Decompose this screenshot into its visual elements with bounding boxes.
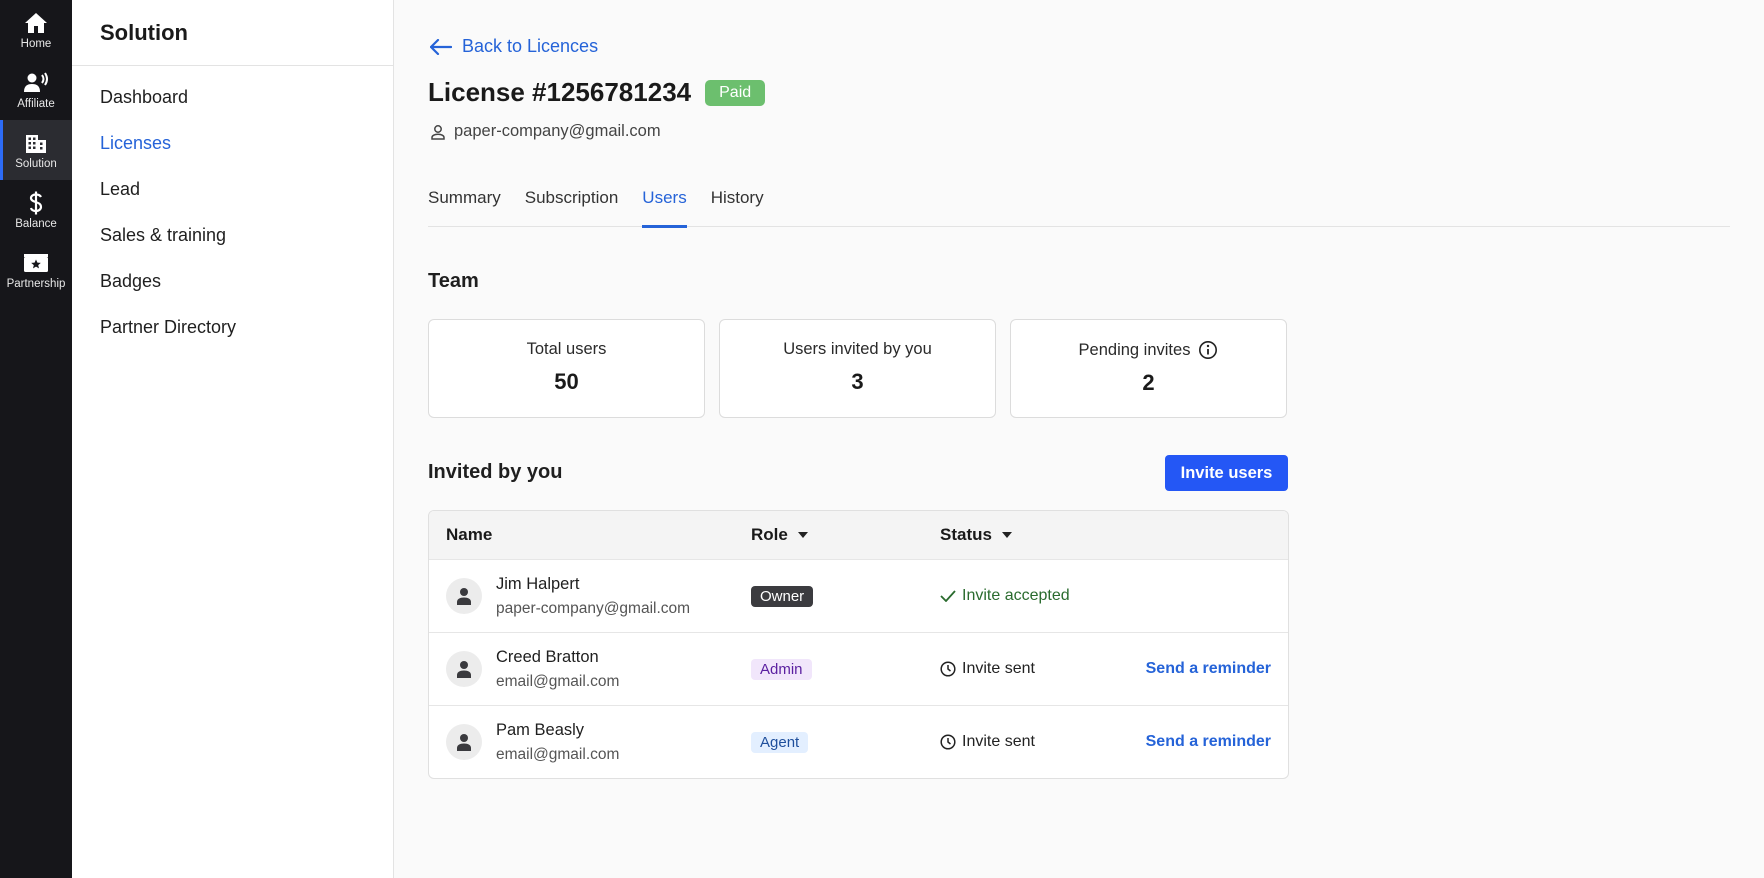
role-badge: Admin (751, 658, 812, 680)
rail-item-partnership[interactable]: Partnership (0, 240, 72, 300)
stat-value: 2 (1142, 370, 1155, 395)
rail-item-label: Solution (15, 158, 57, 170)
avatar (446, 724, 482, 760)
affiliate-icon (23, 70, 49, 96)
dollar-icon (23, 190, 49, 216)
role-badge: Agent (751, 731, 809, 753)
invite-status: Invite accepted (940, 587, 1140, 605)
sidenav-title: Solution (72, 0, 393, 66)
clock-icon (940, 734, 956, 750)
user-email: email@gmail.com (496, 745, 620, 763)
avatar (446, 651, 482, 687)
column-header-label: Role (751, 525, 788, 544)
main-content: Back to Licences License #1256781234 Pai… (394, 0, 1764, 878)
person-icon (457, 734, 471, 751)
owner-email-row: paper-company@gmail.com (430, 122, 661, 141)
nav-item-licenses[interactable]: Licenses (72, 120, 393, 166)
stat-card-users-invited: Users invited by you 3 (719, 319, 996, 418)
user-name: Pam Beasly (496, 720, 585, 739)
invite-status-label: Invite accepted (962, 587, 1070, 604)
invited-heading: Invited by you (428, 461, 563, 483)
arrow-left-icon (430, 38, 452, 55)
stat-label: Users invited by you (783, 340, 932, 358)
user-email: email@gmail.com (496, 672, 620, 690)
caret-down-icon (1001, 532, 1012, 538)
clock-icon (940, 661, 956, 677)
stat-label: Pending invites (1078, 340, 1191, 359)
invite-status-label: Invite sent (962, 733, 1035, 750)
user-email: paper-company@gmail.com (496, 599, 691, 617)
person-icon (431, 124, 445, 140)
back-link[interactable]: Back to Licences (430, 36, 598, 57)
send-reminder-link[interactable]: Send a reminder (1146, 660, 1271, 677)
partnership-icon (23, 250, 49, 276)
invited-users-table: Name Role Status Jim Halpert paper-compa… (428, 510, 1289, 779)
tab-users[interactable]: Users (642, 188, 688, 228)
page-title: License #1256781234 (428, 77, 692, 107)
rail-item-label: Balance (15, 218, 57, 230)
side-nav: Solution Dashboard Licenses Lead Sales &… (72, 0, 394, 878)
send-reminder-link[interactable]: Send a reminder (1146, 733, 1271, 750)
person-icon (457, 661, 471, 678)
column-header-role[interactable]: Role (751, 525, 940, 545)
table-row: Pam Beasly email@gmail.com Agent Invite … (429, 705, 1288, 778)
nav-item-lead[interactable]: Lead (72, 166, 393, 212)
table-row: Creed Bratton email@gmail.com Admin Invi… (429, 632, 1288, 705)
stat-cards: Total users 50 Users invited by you 3 Pe… (428, 319, 1301, 418)
table-row: Jim Halpert paper-company@gmail.com Owne… (429, 559, 1288, 632)
column-header-name: Name (446, 525, 493, 544)
nav-item-dashboard[interactable]: Dashboard (72, 74, 393, 120)
rail-item-solution[interactable]: Solution (0, 120, 72, 180)
column-header-status[interactable]: Status (940, 525, 1140, 545)
building-icon (23, 130, 49, 156)
stat-label: Total users (526, 340, 607, 358)
tab-history[interactable]: History (711, 188, 764, 227)
rail-item-label: Partnership (6, 278, 66, 290)
rail-item-home[interactable]: Home (0, 0, 72, 60)
role-badge: Owner (751, 585, 814, 607)
caret-down-icon (797, 532, 808, 538)
back-link-label: Back to Licences (462, 36, 599, 56)
tab-summary[interactable]: Summary (428, 188, 501, 227)
stat-card-pending-invites: Pending invites 2 (1010, 319, 1287, 418)
rail-item-label: Affiliate (17, 98, 55, 110)
team-heading: Team (428, 270, 479, 292)
stat-card-total-users: Total users 50 (428, 319, 705, 418)
app-rail: Home Affiliate Solution Balance Partners… (0, 0, 72, 878)
info-icon[interactable] (1198, 340, 1218, 360)
status-badge: Paid (705, 79, 766, 106)
tab-bar: Summary Subscription Users History (428, 188, 1730, 228)
nav-item-partner-directory[interactable]: Partner Directory (72, 304, 393, 350)
invite-status: Invite sent (940, 660, 1140, 678)
home-icon (23, 10, 49, 36)
stat-value: 50 (554, 369, 579, 394)
invite-status: Invite sent (940, 733, 1140, 751)
nav-item-badges[interactable]: Badges (72, 258, 393, 304)
rail-item-label: Home (20, 38, 52, 50)
invite-status-label: Invite sent (962, 660, 1035, 677)
user-name: Creed Bratton (496, 647, 599, 666)
person-icon (457, 588, 471, 605)
tab-subscription[interactable]: Subscription (525, 188, 619, 227)
check-icon (940, 590, 956, 602)
owner-email: paper-company@gmail.com (454, 122, 661, 140)
nav-item-sales-training[interactable]: Sales & training (72, 212, 393, 258)
avatar (446, 578, 482, 614)
user-name: Jim Halpert (496, 574, 580, 593)
column-header-label: Status (940, 525, 992, 544)
rail-item-balance[interactable]: Balance (0, 180, 72, 240)
rail-item-affiliate[interactable]: Affiliate (0, 60, 72, 120)
invite-users-button[interactable]: Invite users (1165, 455, 1288, 491)
stat-value: 3 (851, 369, 864, 394)
table-header: Name Role Status (429, 511, 1288, 559)
